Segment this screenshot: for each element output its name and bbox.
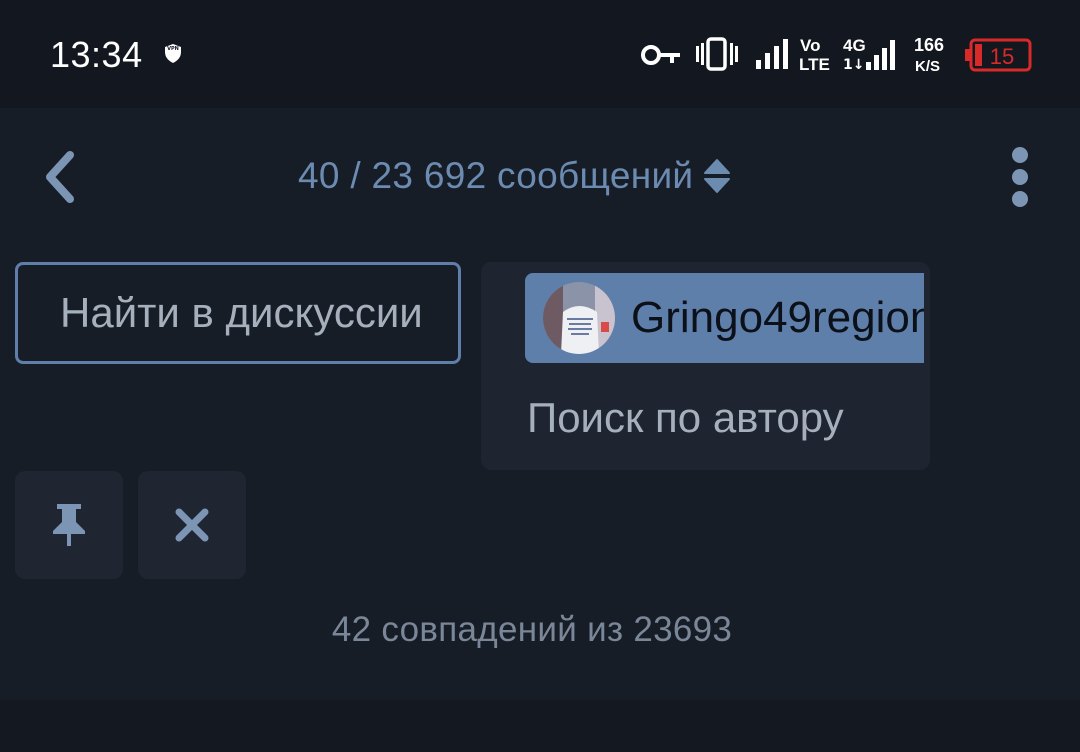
svg-text:LTE: LTE: [799, 55, 830, 74]
avatar: [543, 282, 615, 354]
svg-text:Vo: Vo: [800, 36, 820, 55]
clock: 13:34: [50, 34, 143, 75]
chevron-left-icon: [46, 151, 74, 203]
svg-text:4G: 4G: [843, 36, 866, 55]
svg-text:K/S: K/S: [915, 58, 940, 74]
volte-icon: Vo LTE: [799, 36, 830, 74]
battery-icon: 15: [965, 38, 1032, 72]
key-icon: [641, 45, 680, 65]
selected-author-chip[interactable]: Gringo49region: [525, 273, 924, 363]
selected-author-name: Gringo49region: [631, 293, 924, 342]
message-count-selector[interactable]: 40 / 23 692 сообщений: [298, 150, 731, 202]
signal-4g-icon: 4G 1↓: [843, 36, 895, 73]
sort-updown-icon: [704, 159, 731, 193]
vibrate-icon: [696, 37, 738, 71]
more-options-button[interactable]: [996, 140, 1044, 216]
svg-text:166: 166: [914, 35, 944, 55]
message-list-edge: [0, 700, 1080, 752]
signal-icon: [756, 39, 788, 69]
status-bar: 13:34 VPN Vo LTE 4G 1↓ 166 K/S 15: [0, 0, 1080, 108]
matches-count: 42 совпадений из 23693: [331, 610, 733, 649]
svg-text:1↓: 1↓: [843, 57, 864, 73]
vpn-shield-icon: VPN: [165, 44, 181, 63]
more-vertical-icon: [1012, 147, 1028, 207]
author-filter-card: Gringo49region Поиск по автору: [481, 262, 930, 470]
close-search-button[interactable]: [138, 471, 246, 579]
discussion-search-input[interactable]: [60, 265, 422, 361]
back-button[interactable]: [30, 140, 90, 214]
pin-button[interactable]: [15, 471, 123, 579]
author-search-input[interactable]: Поиск по автору: [527, 394, 887, 442]
close-icon: [175, 508, 209, 542]
page-title: 40 / 23 692 сообщений: [298, 155, 694, 196]
discussion-search-field[interactable]: [15, 262, 461, 364]
svg-text:15: 15: [990, 44, 1014, 69]
network-speed-icon: 166 K/S: [914, 35, 944, 74]
pin-icon: [53, 504, 85, 546]
svg-text:VPN: VPN: [167, 46, 179, 52]
